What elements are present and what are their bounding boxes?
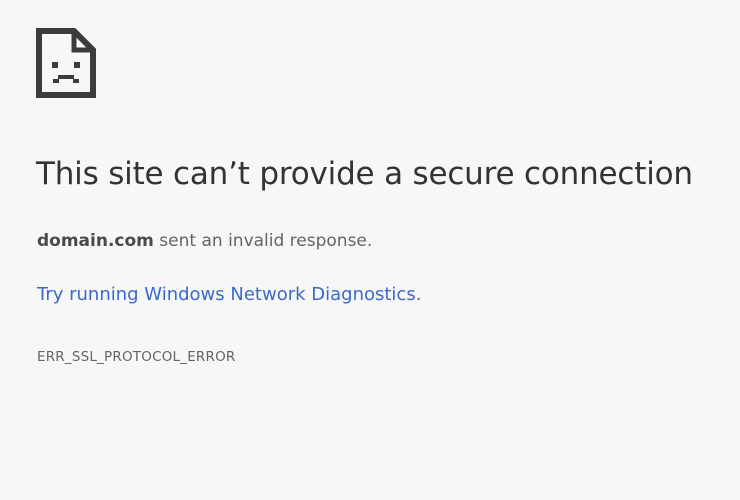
error-code: ERR_SSL_PROTOCOL_ERROR (37, 349, 236, 365)
sad-page-icon (36, 28, 96, 98)
network-diagnostics-link[interactable]: Try running Windows Network Diagnostics. (37, 284, 421, 305)
network-diagnostics-link-text[interactable]: Try running Windows Network Diagnostics (37, 284, 416, 305)
error-page: This site can’t provide a secure connect… (0, 0, 740, 500)
description-text: sent an invalid response. (153, 231, 373, 251)
page-title: This site can’t provide a secure connect… (36, 156, 693, 192)
error-description: domain.com sent an invalid response. (37, 231, 372, 251)
domain-name: domain.com (37, 231, 154, 251)
diagnostics-period: . (415, 284, 422, 305)
